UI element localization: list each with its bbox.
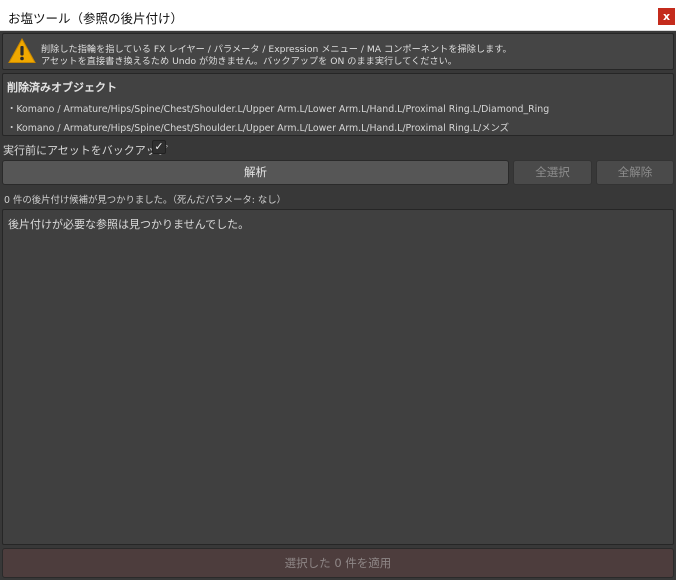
close-button[interactable]: x: [658, 8, 675, 25]
warning-help-box: 削除した指輪を指している FX レイヤー / パラメータ / Expressio…: [2, 33, 674, 70]
deleted-objects-panel: 削除済みオブジェクト ・Komano / Armature/Hips/Spine…: [2, 73, 674, 136]
analyze-button[interactable]: 解析: [2, 160, 509, 185]
title-bar: お塩ツール（参照の後片付け） x: [0, 0, 676, 31]
deselect-all-button[interactable]: 全解除: [596, 160, 674, 185]
select-all-button[interactable]: 全選択: [513, 160, 592, 185]
window-title: お塩ツール（参照の後片付け）: [8, 11, 184, 26]
backup-label: 実行前にアセットをバックアップ: [3, 144, 168, 157]
empty-results-message: 後片付けが必要な参照は見つかりませんでした。: [8, 218, 250, 231]
deleted-object-item: ・Komano / Armature/Hips/Spine/Chest/Shou…: [7, 123, 510, 134]
results-list[interactable]: 後片付けが必要な参照は見つかりませんでした。: [2, 209, 674, 545]
status-text: 0 件の後片付け候補が見つかりました。（死んだパラメータ: なし）: [4, 195, 286, 206]
backup-checkbox[interactable]: ✓: [152, 140, 166, 154]
deleted-objects-title: 削除済みオブジェクト: [7, 81, 117, 94]
deleted-object-item: ・Komano / Armature/Hips/Spine/Chest/Shou…: [7, 104, 550, 115]
warning-triangle-icon: [8, 38, 36, 63]
apply-selected-button[interactable]: 選択した 0 件を適用: [2, 548, 674, 578]
warning-text-line-2: アセットを直接書き換えるため Undo が効きません。バックアップを ON のま…: [41, 56, 457, 67]
